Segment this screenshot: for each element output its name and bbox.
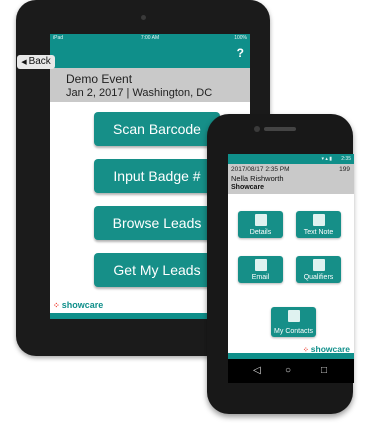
status-time: 7:00 AM <box>140 35 160 41</box>
get-my-leads-button[interactable]: Get My Leads <box>94 253 220 287</box>
event-date: Jan 2, 2017 | Washington, DC <box>66 87 213 99</box>
back-button[interactable]: ◀ Back <box>17 55 55 69</box>
event-name: Demo Event <box>66 72 133 86</box>
qualifiers-button[interactable]: Qualifiers <box>296 256 341 283</box>
scan-datetime: 2017/08/17 2:35 PM <box>231 166 290 173</box>
details-label: Details <box>249 229 272 236</box>
phone-speaker <box>264 127 296 131</box>
phone-status-bar: ▾ ▴ ▮ 2:35 <box>228 154 354 164</box>
qualifiers-label: Qualifiers <box>303 274 334 281</box>
qualifiers-icon <box>312 259 325 271</box>
email-button[interactable]: Email <box>238 256 283 283</box>
back-label: Back <box>28 56 51 67</box>
contact-company: Showcare <box>231 184 265 191</box>
input-badge-button[interactable]: Input Badge # <box>94 159 220 193</box>
text-note-icon <box>312 214 325 226</box>
nav-recent-button[interactable]: □ <box>321 365 327 376</box>
logo-text: showcare <box>61 300 104 310</box>
browse-leads-button[interactable]: Browse Leads <box>94 206 220 240</box>
status-icons: ▾ ▴ ▮ <box>321 156 332 162</box>
details-button[interactable]: Details <box>238 211 283 238</box>
tablet-camera <box>141 15 146 20</box>
nav-back-button[interactable]: ◁ <box>253 365 261 376</box>
phone-screen: ▾ ▴ ▮ 2:35 2017/08/17 2:35 PM 199 Nella … <box>228 154 354 359</box>
android-nav-bar: ◁ ○ □ <box>228 359 354 383</box>
contact-name: Nella Rishworth <box>231 174 284 183</box>
scan-barcode-button[interactable]: Scan Barcode <box>94 112 220 146</box>
help-icon[interactable]: ? <box>237 46 244 60</box>
phone-camera <box>254 126 260 132</box>
my-contacts-label: My Contacts <box>274 328 313 335</box>
showcare-logo: ⁘ showcare <box>53 300 103 310</box>
tablet-nav-bar: ? <box>50 43 250 68</box>
back-arrow-icon: ◀ <box>21 59 27 66</box>
email-label: Email <box>251 274 270 281</box>
contact-header: 2017/08/17 2:35 PM 199 Nella Rishworth S… <box>228 164 354 194</box>
nav-home-button[interactable]: ○ <box>285 365 291 376</box>
tablet-status-bar: iPad 7:00 AM 100% <box>50 34 250 43</box>
battery-label: 100% <box>234 35 247 41</box>
text-note-label: Text Note <box>303 229 334 236</box>
event-header: Demo Event Jan 2, 2017 | Washington, DC <box>50 68 250 102</box>
lead-count: 199 <box>339 166 350 173</box>
my-contacts-button[interactable]: My Contacts <box>271 307 316 337</box>
phone-status-time: 2:35 <box>341 156 351 162</box>
showcare-logo-icon: ⁘ <box>53 301 60 310</box>
email-icon <box>254 259 267 271</box>
text-note-button[interactable]: Text Note <box>296 211 341 238</box>
details-icon <box>254 214 267 226</box>
contacts-icon <box>287 310 300 322</box>
